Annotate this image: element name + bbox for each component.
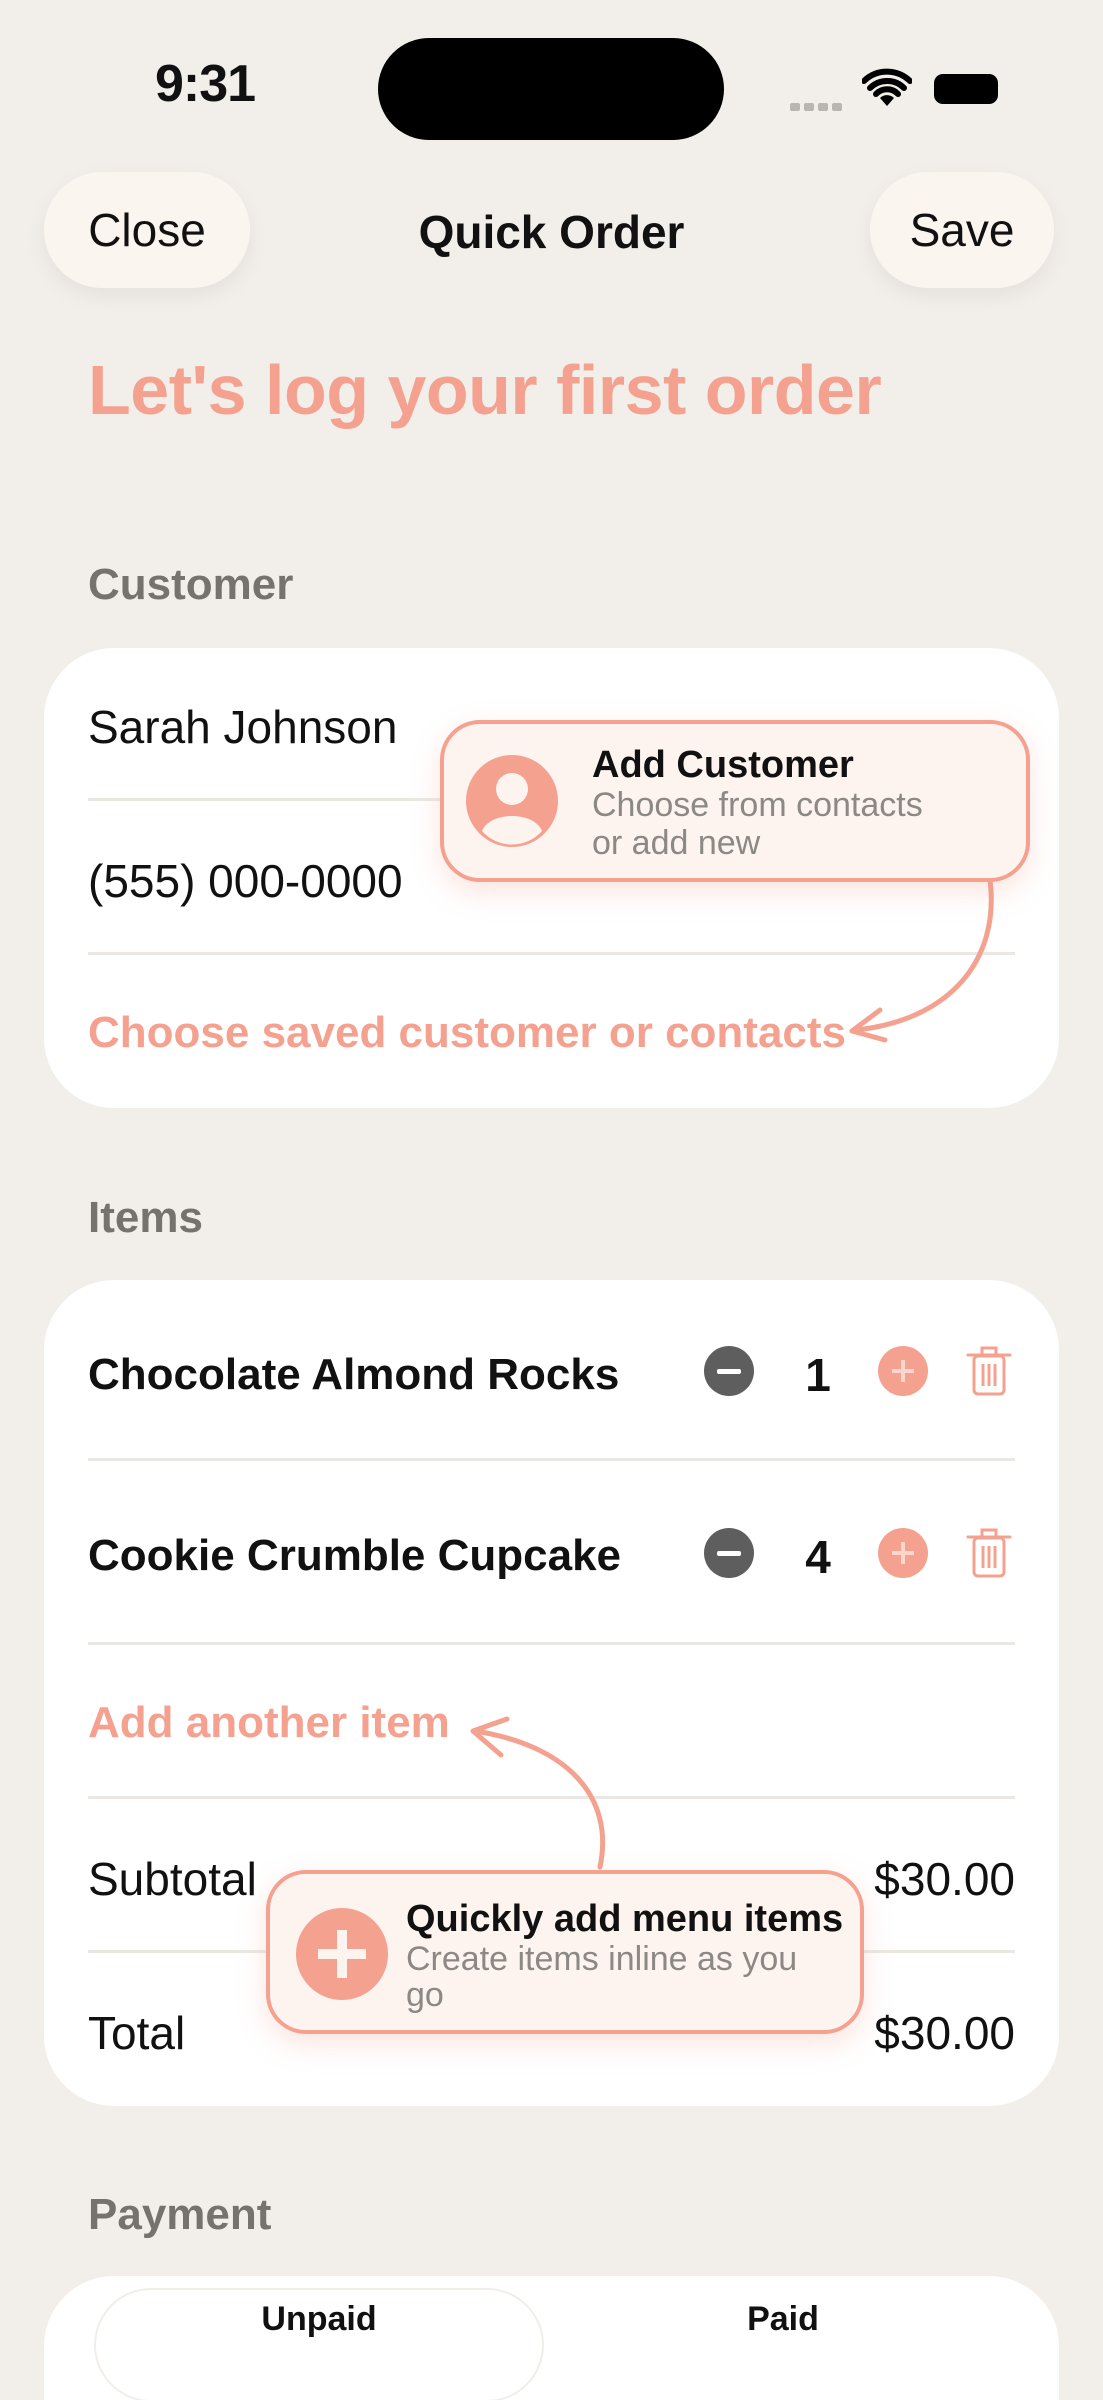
items-section-label: Items [88, 1193, 203, 1242]
trash-icon[interactable] [966, 1526, 1012, 1580]
decrease-quantity-button[interactable] [704, 1528, 754, 1578]
customer-phone-field[interactable]: (555) 000-0000 [88, 854, 403, 908]
increase-quantity-button[interactable] [878, 1346, 928, 1396]
tooltip-subtitle: or add new [592, 824, 761, 862]
tooltip-title: Quickly add menu items [406, 1898, 844, 1940]
tooltip-subtitle: Choose from contacts [592, 786, 923, 824]
payment-option-unpaid[interactable]: Unpaid [96, 2300, 542, 2339]
customer-name-field[interactable]: Sarah Johnson [88, 700, 397, 754]
item-quantity: 1 [805, 1349, 831, 1401]
item-name: Cookie Crumble Cupcake [88, 1531, 622, 1580]
payment-section-label: Payment [88, 2190, 272, 2239]
tooltip-title: Add Customer [592, 744, 854, 786]
trash-icon[interactable] [966, 1344, 1012, 1398]
cellular-signal-icon [790, 98, 846, 111]
subtotal-value: $30.00 [874, 1853, 1015, 1905]
save-button[interactable]: Save [870, 172, 1054, 288]
divider [88, 1458, 1015, 1461]
tooltip-subtitle: go [406, 1976, 444, 2014]
item-name: Chocolate Almond Rocks [88, 1350, 620, 1399]
tooltip-subtitle: Create items inline as you [406, 1940, 798, 1978]
choose-customer-link[interactable]: Choose saved customer or contacts [88, 1008, 846, 1058]
plus-icon [296, 1908, 388, 2000]
divider [88, 1642, 1015, 1645]
dynamic-island [378, 38, 724, 140]
tooltip-arrow-icon [470, 1716, 606, 1870]
payment-option-paid[interactable]: Paid [560, 2300, 1006, 2339]
item-quantity: 4 [805, 1531, 831, 1583]
status-time: 9:31 [155, 55, 256, 113]
decrease-quantity-button[interactable] [704, 1346, 754, 1396]
battery-icon [934, 74, 998, 104]
add-customer-tooltip[interactable]: Add Customer Choose from contacts or add… [440, 720, 1030, 882]
total-label: Total [88, 2007, 186, 2059]
add-menu-items-tooltip[interactable]: Quickly add menu items Create items inli… [266, 1870, 864, 2034]
total-value: $30.00 [874, 2007, 1015, 2059]
onboarding-headline: Let's log your first order [88, 351, 882, 429]
add-item-link[interactable]: Add another item [88, 1698, 450, 1748]
person-icon [466, 755, 558, 847]
customer-section-label: Customer [88, 560, 294, 609]
increase-quantity-button[interactable] [878, 1528, 928, 1578]
wifi-icon [862, 68, 912, 106]
tooltip-arrow-icon [849, 877, 994, 1043]
subtotal-label: Subtotal [88, 1853, 257, 1905]
